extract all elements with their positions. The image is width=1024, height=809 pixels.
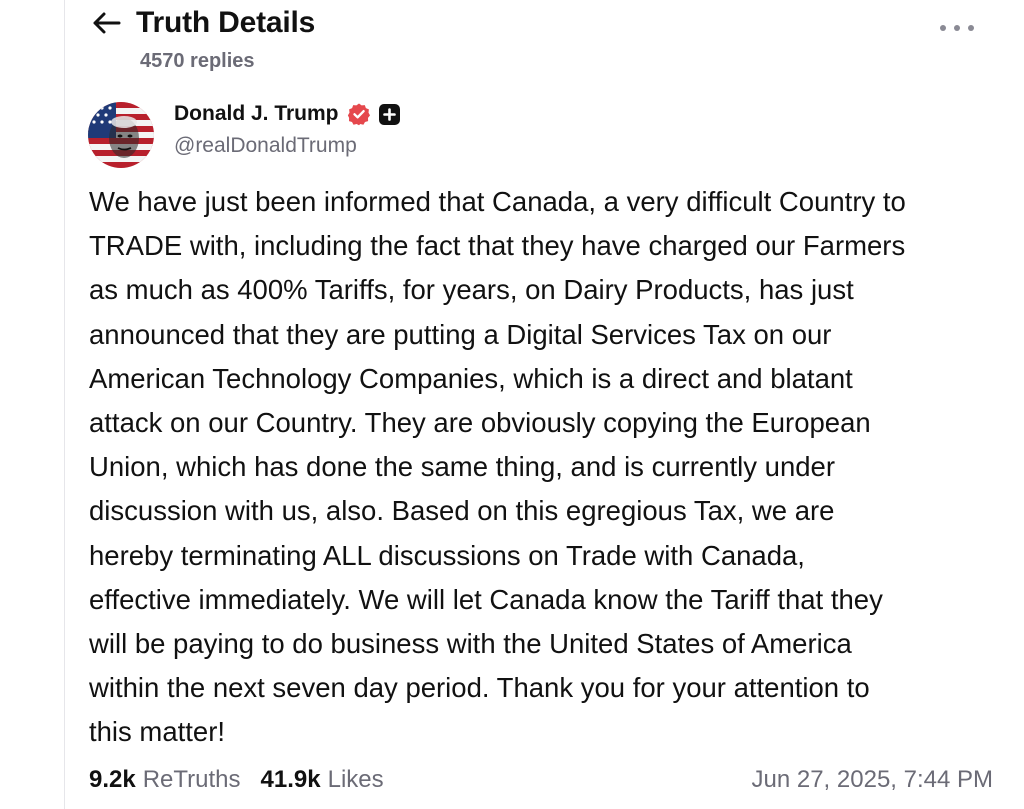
author-name[interactable]: Donald J. Trump xyxy=(174,102,339,126)
likes-count: 41.9k xyxy=(260,766,321,793)
replies-count: 4570 replies xyxy=(140,50,255,72)
retruths-label: ReTruths xyxy=(142,766,241,793)
column-divider xyxy=(64,0,65,809)
retruths-count: 9.2k xyxy=(89,766,136,793)
avatar[interactable] xyxy=(88,102,154,168)
likes-label: Likes xyxy=(327,766,384,793)
verified-badge-icon xyxy=(347,102,371,126)
page-title: Truth Details xyxy=(136,6,316,39)
more-horizontal-icon[interactable] xyxy=(940,18,974,38)
author-name-row: Donald J. Trump xyxy=(174,102,400,126)
dot-icon xyxy=(968,25,974,31)
dot-icon xyxy=(954,25,960,31)
arrow-left-icon[interactable] xyxy=(90,6,124,40)
post-body: We have just been informed that Canada, … xyxy=(89,186,906,748)
page-header: Truth Details xyxy=(90,6,315,40)
plus-badge-icon xyxy=(378,103,400,125)
author-handle[interactable]: @realDonaldTrump xyxy=(174,134,400,158)
post-author: Donald J. Trump @realDonaldTrump xyxy=(174,102,400,158)
likes-stat[interactable]: 41.9k Likes xyxy=(261,766,384,794)
post-timestamp: Jun 27, 2025, 7:44 PM xyxy=(751,766,994,793)
post-stats: 9.2k ReTruths 41.9k Likes xyxy=(89,766,384,794)
dot-icon xyxy=(940,25,946,31)
truth-details-page: Truth Details 4570 replies Donald J. Tru… xyxy=(0,0,1024,809)
retruths-stat[interactable]: 9.2k ReTruths xyxy=(89,766,241,794)
